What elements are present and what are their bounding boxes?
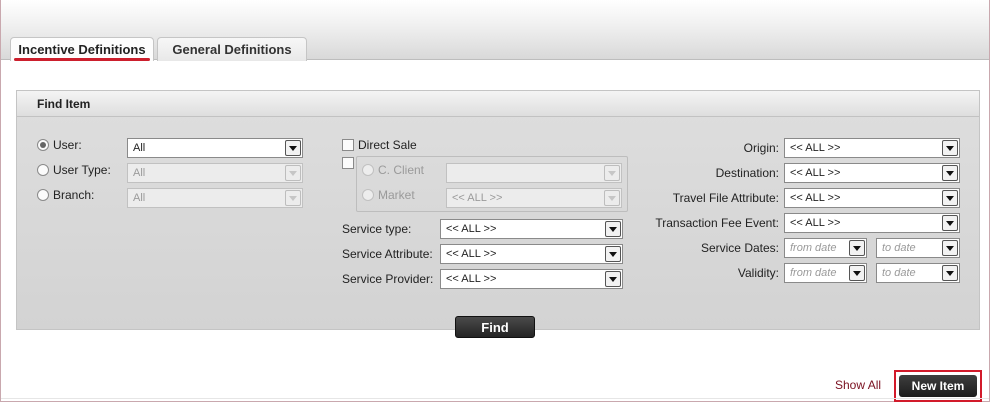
market-select[interactable]: << ALL >> — [446, 188, 622, 208]
tab-general-definitions[interactable]: General Definitions — [157, 37, 307, 61]
market-select-value: << ALL >> — [452, 192, 503, 204]
transaction-fee-event-label: Transaction Fee Event: — [655, 216, 779, 230]
chevron-down-icon — [942, 215, 958, 231]
service-dates-from-input[interactable]: from date — [784, 238, 867, 258]
service-type-label: Service type: — [342, 222, 412, 236]
chevron-down-icon — [604, 190, 620, 206]
service-type-select-value: << ALL >> — [446, 223, 497, 235]
user-type-select-value: All — [133, 167, 146, 179]
destination-select[interactable]: << ALL >> — [784, 163, 960, 183]
service-type-select[interactable]: << ALL >> — [440, 219, 623, 239]
travel-file-attribute-select[interactable]: << ALL >> — [784, 188, 960, 208]
market-label: Market — [378, 188, 415, 202]
chevron-down-icon — [605, 246, 621, 262]
chevron-down-icon[interactable] — [942, 240, 958, 256]
chevron-down-icon — [605, 271, 621, 287]
validity-from-input[interactable]: from date — [784, 263, 867, 283]
service-dates-label: Service Dates: — [700, 241, 779, 255]
service-attribute-label: Service Attribute: — [342, 247, 433, 261]
destination-label: Destination: — [715, 166, 779, 180]
show-all-link[interactable]: Show All — [835, 378, 881, 392]
service-dates-to-placeholder: to date — [882, 242, 916, 254]
tab-incentive-definitions[interactable]: Incentive Definitions — [10, 37, 154, 61]
user-select-value: All — [133, 142, 146, 154]
service-provider-select-value: << ALL >> — [446, 273, 497, 285]
client-select[interactable] — [446, 163, 622, 183]
chevron-down-icon — [942, 140, 958, 156]
user-type-radio[interactable] — [37, 164, 49, 176]
validity-to-placeholder: to date — [882, 267, 916, 279]
chevron-down-icon — [285, 165, 301, 181]
client-label: C. Client — [378, 163, 425, 177]
service-provider-label: Service Provider: — [342, 272, 434, 286]
new-item-button[interactable]: New Item — [899, 375, 977, 397]
validity-from-placeholder: from date — [790, 267, 837, 279]
chevron-down-icon[interactable] — [849, 240, 865, 256]
validity-label: Validity: — [737, 266, 779, 280]
service-provider-select[interactable]: << ALL >> — [440, 269, 623, 289]
panel-title: Find Item — [17, 91, 979, 117]
direct-sale-label: Direct Sale — [358, 138, 417, 152]
direct-sale-checkbox[interactable] — [342, 139, 354, 151]
bottom-divider — [1, 398, 989, 399]
user-type-label: User Type: — [53, 163, 111, 177]
chevron-down-icon — [942, 190, 958, 206]
user-type-select[interactable]: All — [127, 163, 303, 183]
branch-radio[interactable] — [37, 189, 49, 201]
chevron-down-icon — [285, 140, 301, 156]
user-radio[interactable] — [37, 139, 49, 151]
transaction-fee-event-select-value: << ALL >> — [790, 217, 841, 229]
client-radio[interactable] — [362, 164, 374, 176]
service-attribute-select-value: << ALL >> — [446, 248, 497, 260]
find-button[interactable]: Find — [455, 316, 535, 338]
branch-label: Branch: — [53, 188, 95, 202]
chevron-down-icon — [285, 190, 301, 206]
travel-file-attribute-select-value: << ALL >> — [790, 192, 841, 204]
branch-select-value: All — [133, 192, 146, 204]
origin-select-value: << ALL >> — [790, 142, 841, 154]
chevron-down-icon[interactable] — [942, 265, 958, 281]
travel-file-attribute-label: Travel File Attribute: — [672, 191, 779, 205]
chevron-down-icon — [605, 221, 621, 237]
destination-select-value: << ALL >> — [790, 167, 841, 179]
origin-label: Origin: — [743, 141, 779, 155]
client-market-checkbox[interactable] — [342, 157, 354, 169]
service-attribute-select[interactable]: << ALL >> — [440, 244, 623, 264]
chevron-down-icon — [604, 165, 620, 181]
user-select[interactable]: All — [127, 138, 303, 158]
chevron-down-icon[interactable] — [849, 265, 865, 281]
validity-to-input[interactable]: to date — [876, 263, 960, 283]
branch-select[interactable]: All — [127, 188, 303, 208]
transaction-fee-event-select[interactable]: << ALL >> — [784, 213, 960, 233]
market-radio[interactable] — [362, 189, 374, 201]
chevron-down-icon — [942, 165, 958, 181]
service-dates-to-input[interactable]: to date — [876, 238, 960, 258]
service-dates-from-placeholder: from date — [790, 242, 837, 254]
user-label: User: — [53, 138, 82, 152]
origin-select[interactable]: << ALL >> — [784, 138, 960, 158]
